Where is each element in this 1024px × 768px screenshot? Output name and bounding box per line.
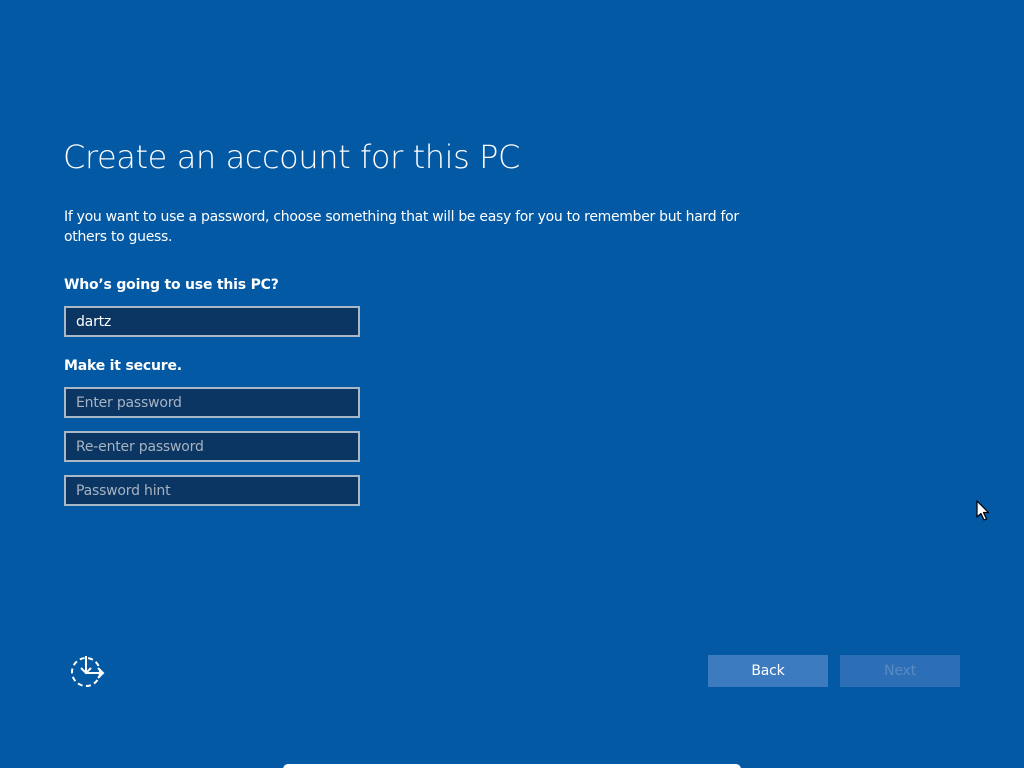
- ease-of-access-icon[interactable]: [68, 652, 108, 692]
- next-button[interactable]: Next: [840, 655, 960, 687]
- taskbar-edge: [283, 764, 741, 768]
- username-label: Who’s going to use this PC?: [64, 277, 279, 293]
- password-hint-input[interactable]: [64, 475, 360, 506]
- username-input[interactable]: [64, 306, 360, 337]
- mouse-pointer-icon: [976, 500, 990, 522]
- back-button[interactable]: Back: [708, 655, 828, 687]
- page-title: Create an account for this PC: [63, 138, 520, 176]
- reenter-password-input[interactable]: [64, 431, 360, 462]
- page-description: If you want to use a password, choose so…: [64, 209, 739, 245]
- oobe-account-page: Create an account for this PC If you wan…: [0, 0, 1024, 768]
- make-secure-label: Make it secure.: [64, 358, 182, 374]
- password-input[interactable]: [64, 387, 360, 418]
